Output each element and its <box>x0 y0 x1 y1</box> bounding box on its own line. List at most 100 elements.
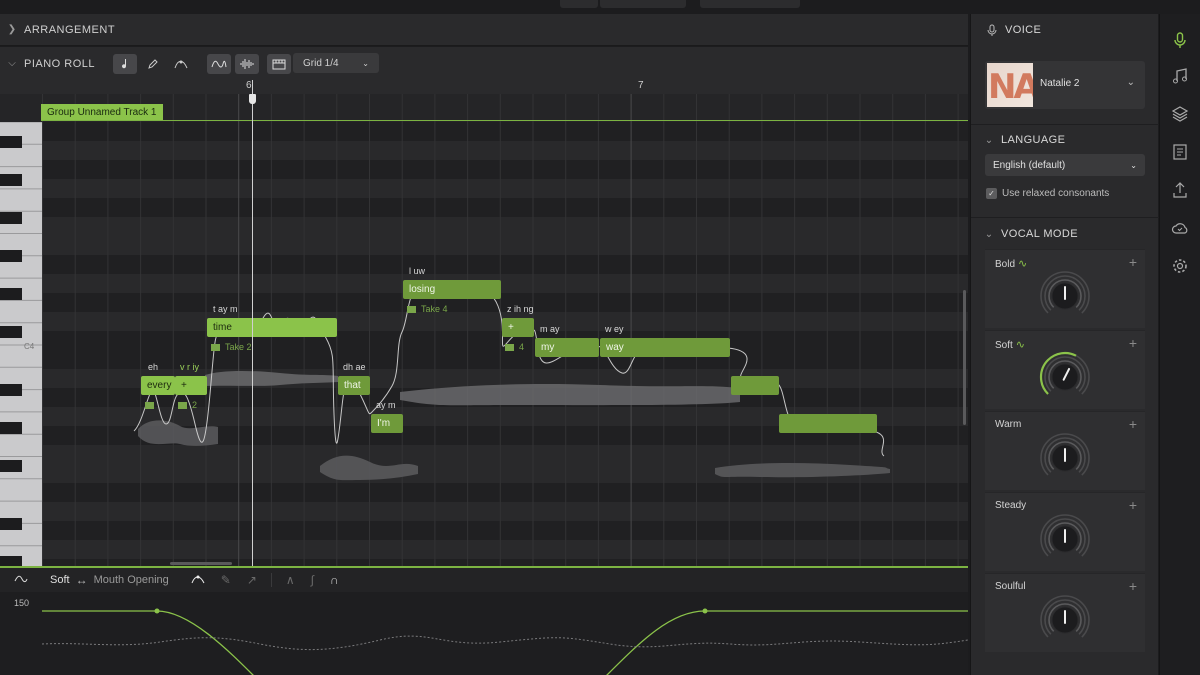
microphone-icon <box>987 24 997 36</box>
music-note-icon[interactable] <box>1171 67 1189 85</box>
piano-roll-title: PIANO ROLL <box>24 57 96 70</box>
note-block[interactable] <box>731 376 779 395</box>
pitch-curve-tool-button[interactable] <box>169 54 193 74</box>
layers-icon[interactable] <box>1171 105 1189 123</box>
microphone-icon[interactable] <box>1171 31 1189 49</box>
automation-point[interactable] <box>154 608 160 614</box>
add-mode-button[interactable]: + <box>1129 254 1137 270</box>
phoneme-label: t ay m <box>213 304 238 314</box>
side-icon-bar <box>1159 14 1200 675</box>
waveform <box>320 455 418 481</box>
arrangement-header[interactable]: ❯ ARRANGEMENT <box>0 14 968 46</box>
cloud-icon[interactable] <box>1171 219 1189 237</box>
clip-view-button[interactable] <box>267 53 292 74</box>
vocal-mode-label: Soft ∿ <box>995 339 1026 351</box>
language-header[interactable]: ⌄ LANGUAGE <box>971 124 1159 156</box>
note-block[interactable]: way <box>600 338 730 357</box>
chevron-right-icon[interactable]: ❯ <box>0 24 24 35</box>
beat-position-field[interactable] <box>600 0 686 8</box>
vocal-mode-knob[interactable] <box>1037 511 1093 567</box>
timeline-ruler[interactable]: 6 7 <box>0 80 968 94</box>
note-block[interactable]: + <box>502 318 534 337</box>
smooth-curve-icon[interactable]: ∩ <box>330 573 339 587</box>
pencil-tool-button[interactable] <box>141 54 165 74</box>
take-label[interactable]: 2 <box>178 400 197 410</box>
chevron-down-icon: ⌄ <box>984 228 994 240</box>
vocal-mode-knob[interactable] <box>1037 592 1093 648</box>
swap-arrows-icon[interactable]: ↔ <box>76 573 88 587</box>
note-block[interactable] <box>779 414 877 433</box>
language-value: English (default) <box>993 159 1066 171</box>
vocal-mode-knob[interactable] <box>1037 349 1093 405</box>
note-block[interactable]: I'm <box>371 414 403 433</box>
note-block[interactable]: + <box>175 376 207 395</box>
add-mode-button[interactable]: + <box>1129 497 1137 513</box>
note-tool-button[interactable] <box>113 53 138 74</box>
vocal-mode-title: VOCAL MODE <box>1001 228 1078 240</box>
time-display-field[interactable] <box>700 0 800 8</box>
voice-avatar: NA <box>987 63 1033 107</box>
note-block[interactable]: my <box>535 338 599 357</box>
add-mode-button[interactable]: + <box>1129 416 1137 432</box>
piano-roll-grid[interactable]: C4 Group Unnamed Track 1 every + time th… <box>0 94 968 566</box>
pencil-icon[interactable]: ✎ <box>221 573 231 587</box>
take-label[interactable]: Take 2 <box>211 342 252 352</box>
lyrics-sheet-icon[interactable] <box>1171 143 1189 161</box>
grid-select[interactable]: Grid 1/4 ⌄ <box>293 53 379 73</box>
take-label[interactable] <box>145 400 159 410</box>
voice-header: VOICE <box>971 14 1159 46</box>
vertical-scrollbar[interactable] <box>963 290 966 425</box>
pencil-icon <box>148 58 158 69</box>
clapperboard-icon <box>407 306 416 313</box>
take-label[interactable]: Take 4 <box>407 304 448 314</box>
add-mode-button[interactable]: + <box>1129 335 1137 351</box>
note-block[interactable]: time <box>207 318 337 337</box>
settings-gear-icon[interactable] <box>1171 257 1189 275</box>
curve-tool-icon <box>174 60 188 68</box>
sharp-curve-icon[interactable]: ∧ <box>286 573 295 587</box>
playhead-handle[interactable] <box>249 94 256 104</box>
s-curve-icon[interactable]: ∫ <box>311 573 314 587</box>
phoneme-label: l uw <box>409 266 426 276</box>
vocal-mode-label: Warm <box>995 419 1022 430</box>
add-mode-button[interactable]: + <box>1129 578 1137 594</box>
clapperboard-icon <box>178 402 187 409</box>
automation-param-label[interactable]: Soft <box>50 574 70 586</box>
vocal-mode-steady: Steady + <box>985 492 1145 571</box>
pitch-wave-icon <box>211 60 227 67</box>
phoneme-label: m ay <box>540 324 560 334</box>
relaxed-consonants-row[interactable]: ✓ Use relaxed consonants <box>986 188 1109 199</box>
point-tool-icon[interactable] <box>191 573 205 587</box>
clapperboard-icon <box>211 344 220 351</box>
relaxed-consonants-checkbox[interactable]: ✓ <box>986 188 997 199</box>
vocal-mode-knob[interactable] <box>1037 268 1093 324</box>
vocal-mode-label: Bold ∿ <box>995 258 1028 270</box>
note-block[interactable]: every <box>141 376 175 395</box>
language-select[interactable]: English (default) ⌄ <box>985 154 1145 176</box>
take-label[interactable]: 4 <box>505 342 524 352</box>
voice-selector[interactable]: NA Natalie 2 ⌄ <box>985 61 1145 109</box>
pitch-and-waveform-layer <box>133 286 890 481</box>
curve-toggle-icon[interactable] <box>14 573 28 587</box>
chevron-down-icon[interactable]: ⌵ <box>0 58 24 69</box>
phoneme-label: dh ae <box>343 362 366 372</box>
vocal-mode-label: Soulful <box>995 581 1026 592</box>
vocal-mode-warm: Warm + <box>985 411 1145 490</box>
automation-lane[interactable] <box>0 592 969 675</box>
waveform-view-button[interactable] <box>235 53 260 74</box>
voice-panel: VOICE NA Natalie 2 ⌄ ⌄ LANGUAGE English … <box>970 14 1159 675</box>
vocal-mode-knob[interactable] <box>1037 430 1093 486</box>
clip-icon <box>272 59 286 69</box>
line-tool-icon[interactable]: ↗ <box>247 573 257 587</box>
horizontal-scrollbar[interactable] <box>170 562 232 565</box>
pitch-view-button[interactable] <box>207 53 232 74</box>
transport-bar <box>0 0 1200 14</box>
bar-position-field[interactable] <box>560 0 598 8</box>
automation-target-label[interactable]: Mouth Opening <box>94 574 169 586</box>
export-icon[interactable] <box>1171 181 1189 199</box>
note-block[interactable]: that <box>338 376 370 395</box>
note-block[interactable]: losing <box>403 280 501 299</box>
vocal-mode-header[interactable]: ⌄ VOCAL MODE <box>971 218 1159 250</box>
automation-point[interactable] <box>702 608 708 614</box>
vocal-mode-soft: Soft ∿ + <box>985 330 1145 409</box>
